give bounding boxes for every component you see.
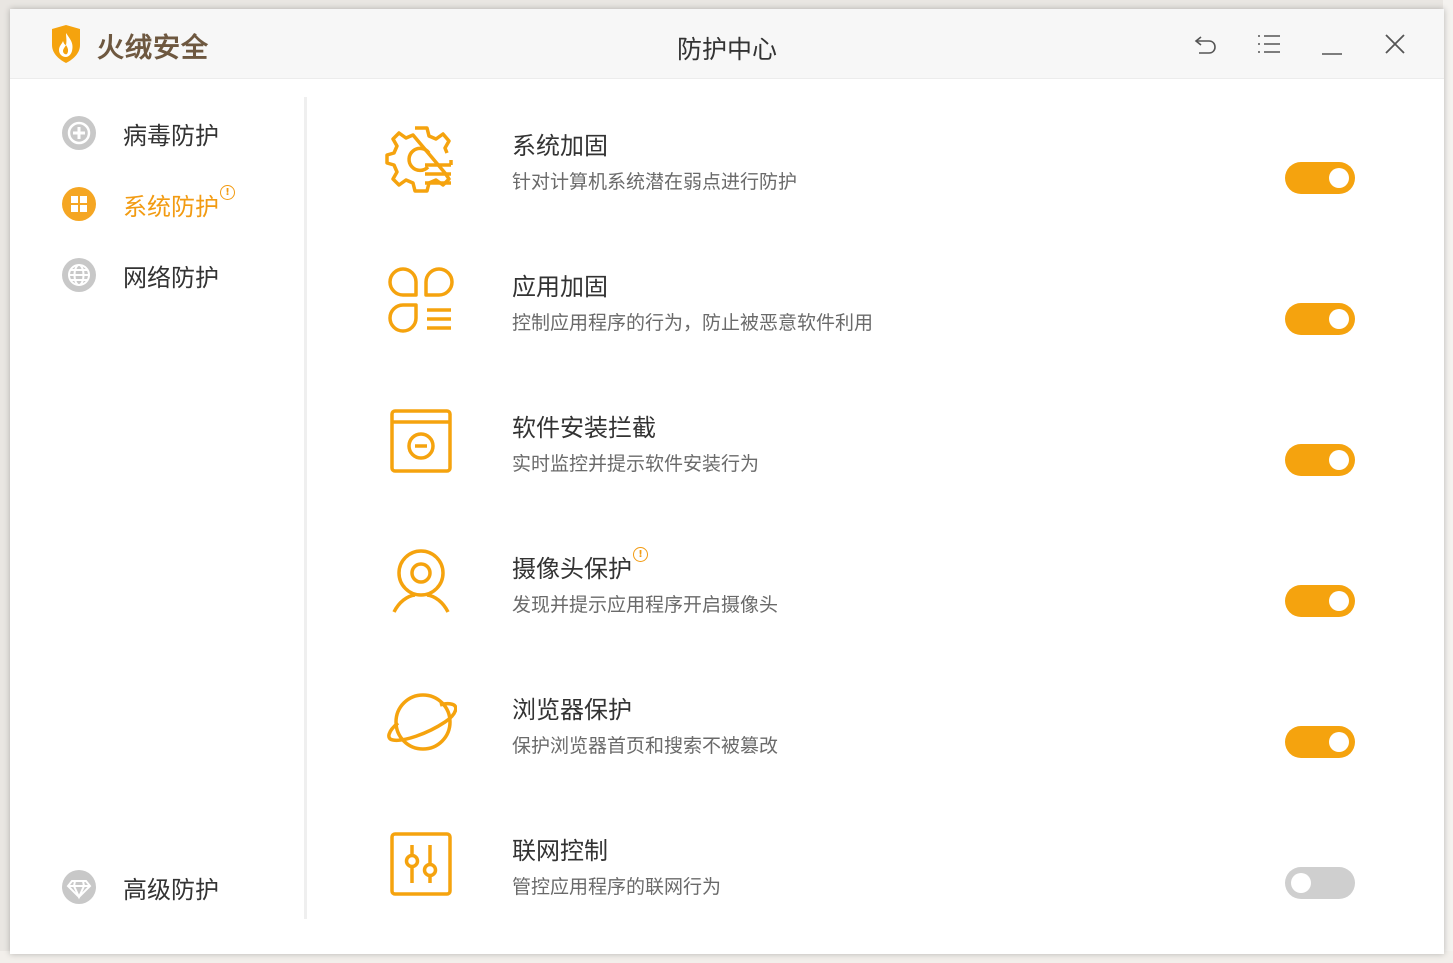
system-hardening-toggle[interactable]	[1285, 162, 1355, 194]
background-desktop-strip	[1443, 0, 1453, 963]
app-grid-icon	[388, 267, 454, 333]
protection-center-window: 火绒安全 防护中心 病毒防护 系统防护! 网络防护 高级防护 系统加固 针对计算…	[10, 9, 1444, 954]
browser-protection-toggle[interactable]	[1285, 726, 1355, 758]
diamond-icon	[62, 870, 96, 904]
minimize-icon[interactable]	[1319, 31, 1345, 57]
window-title: 防护中心	[676, 35, 777, 64]
feature-row-install-block: 软件安装拦截 实时监控并提示软件安装行为	[307, 361, 1444, 502]
feature-row-network-control: 联网控制 管控应用程序的联网行为	[307, 784, 1444, 925]
feature-title: 应用加固	[512, 273, 608, 301]
toggle-knob	[1329, 450, 1349, 470]
toggle-knob	[1291, 873, 1311, 893]
sidebar-item-system-protection[interactable]: 系统防护!	[62, 184, 235, 224]
slider-control-icon	[390, 832, 452, 896]
sidebar-item-advanced-protection[interactable]: 高级防护	[62, 867, 219, 907]
feature-title: 浏览器保护	[512, 696, 632, 724]
sidebar-item-label: 高级防护	[123, 875, 219, 904]
feature-description: 控制应用程序的行为，防止被恶意软件利用	[512, 312, 874, 334]
feature-title: 联网控制	[512, 837, 608, 865]
feature-title: 摄像头保护!	[512, 547, 648, 584]
network-control-toggle[interactable]	[1285, 867, 1355, 899]
alert-icon: !	[633, 547, 648, 562]
windows-icon	[62, 187, 96, 221]
camera-protection-toggle[interactable]	[1285, 585, 1355, 617]
app-hardening-toggle[interactable]	[1285, 303, 1355, 335]
feature-list: 系统加固 针对计算机系统潜在弱点进行防护 应用加固 控制应用程序的行为，防止被恶…	[307, 79, 1444, 954]
sidebar-item-label-active: 系统防护!	[123, 184, 235, 222]
globe-icon	[62, 258, 96, 292]
feature-title: 软件安装拦截	[512, 414, 656, 442]
feature-description: 保护浏览器首页和搜索不被篡改	[512, 735, 779, 757]
feature-row-app-hardening: 应用加固 控制应用程序的行为，防止被恶意软件利用	[307, 220, 1444, 361]
toggle-knob	[1329, 591, 1349, 611]
feature-description: 发现并提示应用程序开启摄像头	[512, 594, 779, 616]
camera-icon	[392, 549, 450, 613]
gear-list-icon	[385, 126, 453, 193]
sidebar-item-network-protection[interactable]: 网络防护	[62, 255, 219, 295]
feature-title: 系统加固	[512, 132, 608, 160]
toggle-knob	[1329, 732, 1349, 752]
toggle-knob	[1329, 309, 1349, 329]
planet-icon	[387, 693, 457, 751]
back-icon[interactable]	[1193, 31, 1219, 57]
alert-icon: !	[220, 184, 235, 200]
feature-row-browser-protection: 浏览器保护 保护浏览器首页和搜索不被篡改	[307, 643, 1444, 784]
feature-description: 针对计算机系统潜在弱点进行防护	[512, 171, 798, 193]
feature-row-camera-protection: 摄像头保护! 发现并提示应用程序开启摄像头	[307, 502, 1444, 643]
feature-description: 实时监控并提示软件安装行为	[512, 453, 760, 475]
sidebar-item-label: 病毒防护	[123, 121, 219, 150]
sidebar-item-label: 网络防护	[123, 263, 219, 292]
title-bar: 火绒安全 防护中心	[10, 9, 1444, 79]
menu-icon[interactable]	[1256, 31, 1282, 57]
sidebar: 病毒防护 系统防护! 网络防护 高级防护	[10, 79, 306, 954]
install-block-toggle[interactable]	[1285, 444, 1355, 476]
close-icon[interactable]	[1382, 31, 1408, 57]
plus-circle-icon	[62, 116, 96, 150]
sidebar-item-virus-protection[interactable]: 病毒防护	[62, 113, 219, 153]
feature-row-system-hardening: 系统加固 针对计算机系统潜在弱点进行防护	[307, 79, 1444, 220]
toggle-knob	[1329, 168, 1349, 188]
install-block-icon	[390, 409, 452, 473]
feature-description: 管控应用程序的联网行为	[512, 876, 722, 898]
